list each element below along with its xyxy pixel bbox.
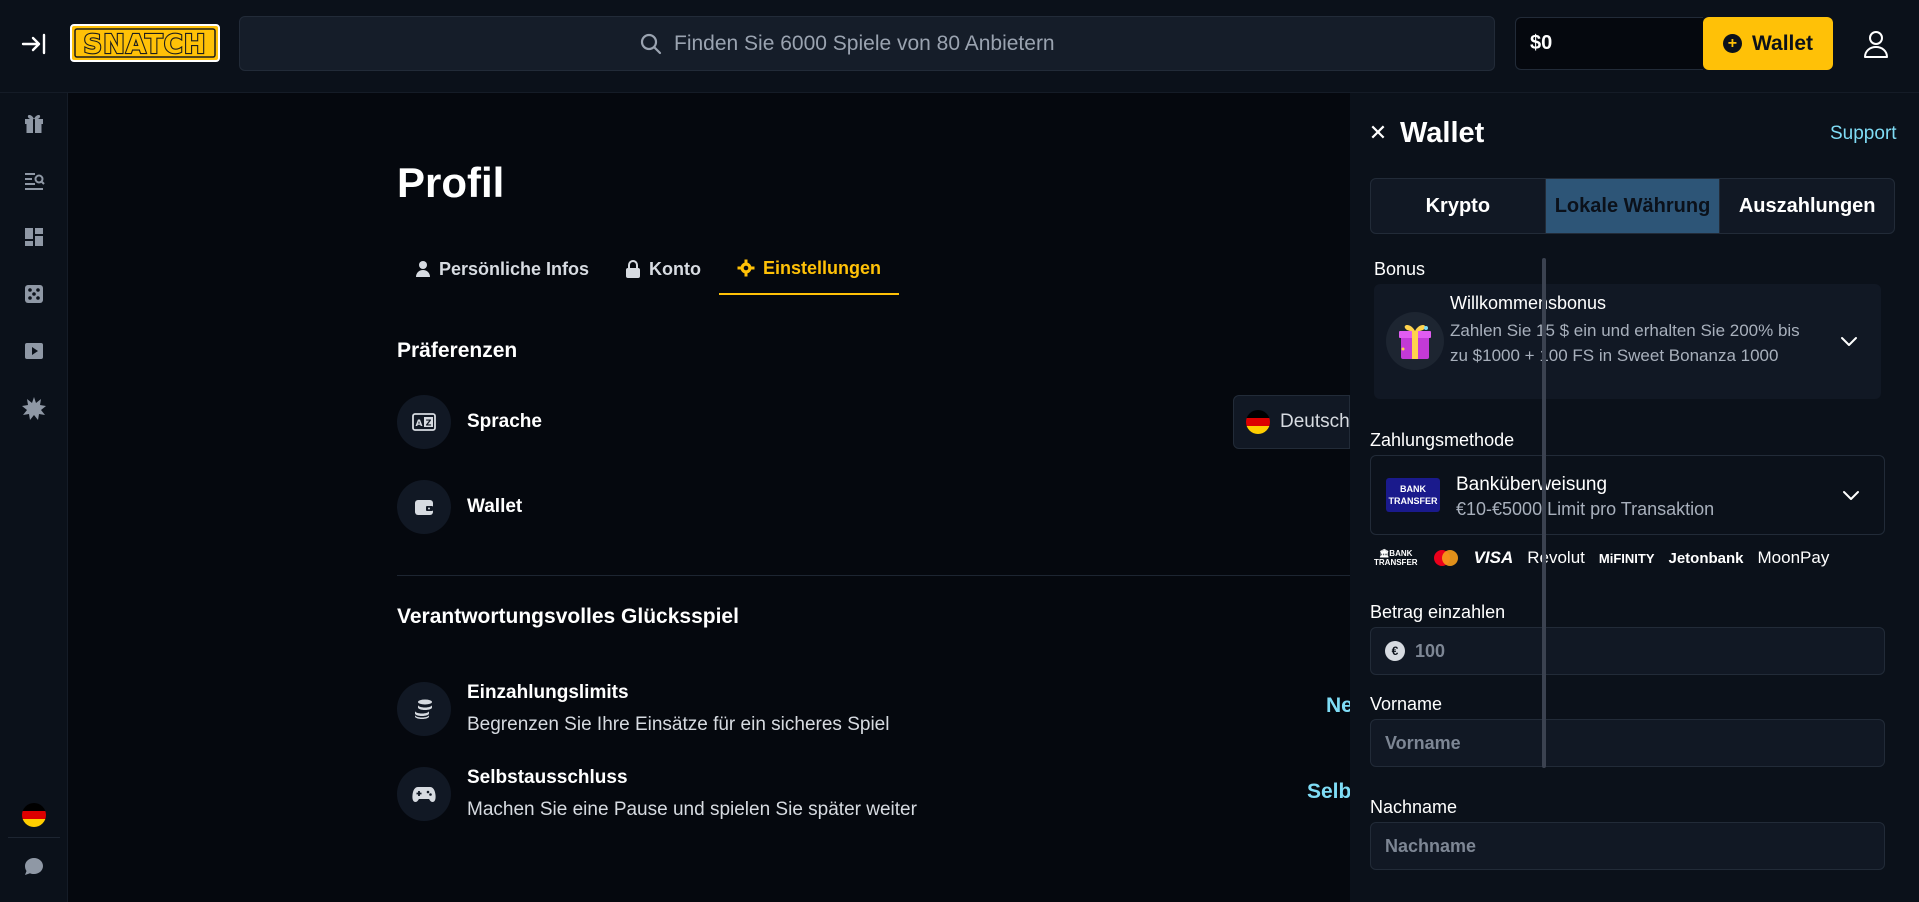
lock-icon — [626, 260, 641, 278]
support-link[interactable]: Support — [1830, 123, 1897, 145]
top-bar: SNATCH $0 + Wallet — [0, 0, 1919, 93]
language-value: Deutsch — [1280, 411, 1350, 432]
tab-personal-info[interactable]: Persönliche Infos — [397, 243, 607, 295]
user-icon — [416, 261, 430, 277]
wallet-scrollbar[interactable] — [1542, 258, 1546, 768]
payment-method-select[interactable]: BANK TRANSFER Banküberweisung €10-€5000 … — [1370, 455, 1885, 535]
wallet-panel: ✕ Wallet Support Krypto Lokale Währung A… — [1350, 93, 1919, 902]
search-list-icon[interactable] — [20, 166, 48, 194]
wallet-tabs: Krypto Lokale Währung Auszahlungen — [1370, 178, 1895, 234]
tab-label: Konto — [649, 258, 702, 279]
play-icon[interactable] — [20, 337, 48, 365]
bank-transfer-small-icon: 🏛BANK TRANSFER — [1374, 549, 1418, 567]
amount-label: Betrag einzahlen — [1370, 602, 1506, 622]
profile-main: Profil Persönliche Infos Konto Einstellu… — [68, 93, 1350, 902]
tab-account[interactable]: Konto — [607, 243, 719, 295]
visa-logo: VISA — [1473, 548, 1514, 567]
firstname-field[interactable] — [1370, 719, 1885, 767]
search-icon — [640, 33, 662, 54]
preferences-heading: Präferenzen — [397, 339, 518, 362]
mastercard-icon — [1433, 550, 1458, 566]
plus-icon: + — [1722, 34, 1742, 53]
lastname-input[interactable] — [1385, 835, 1884, 857]
svg-text:Z: Z — [426, 419, 432, 428]
payment-method-label: Zahlungsmethode — [1370, 430, 1515, 450]
euro-icon: € — [1385, 641, 1405, 661]
bank-transfer-logo: BANK TRANSFER — [1386, 478, 1440, 512]
user-icon[interactable] — [1858, 26, 1894, 62]
amount-input[interactable] — [1415, 640, 1884, 662]
burst-icon[interactable] — [20, 394, 48, 422]
deposit-limits-desc: Begrenzen Sie Ihre Einsätze für ein sich… — [467, 714, 890, 735]
dice-icon[interactable] — [20, 280, 48, 308]
chevron-down-icon — [1841, 337, 1857, 346]
sidebar-collapse-icon[interactable] — [18, 28, 50, 60]
chat-icon[interactable] — [20, 853, 48, 881]
snatch-logo[interactable]: SNATCH — [70, 24, 220, 62]
self-exclusion-action[interactable]: Selb — [1307, 780, 1350, 804]
svg-text:A: A — [416, 419, 423, 429]
wallet-panel-title: Wallet — [1400, 117, 1485, 149]
jetonbank-logo: Jetonbank — [1668, 549, 1744, 567]
chevron-down-icon — [1843, 491, 1859, 500]
lastname-field[interactable] — [1370, 822, 1885, 870]
balance-value: $0 — [1530, 32, 1553, 54]
self-exclusion-label: Selbstausschluss — [467, 767, 628, 788]
wallet-button-label: Wallet — [1751, 31, 1814, 55]
section-divider — [397, 575, 1350, 576]
tab-settings[interactable]: Einstellungen — [719, 243, 900, 295]
gear-icon — [737, 259, 755, 277]
language-select[interactable]: Deutsch — [1233, 395, 1350, 449]
wallet-label: Wallet — [467, 496, 523, 517]
bonus-select[interactable]: Willkommensbonus Zahlen Sie 15 $ ein und… — [1374, 284, 1881, 399]
wallet-button[interactable]: + Wallet — [1703, 17, 1833, 70]
sidebar — [0, 93, 68, 902]
self-exclusion-desc: Machen Sie eine Pause und spielen Sie sp… — [467, 799, 917, 820]
wallet-icon — [397, 480, 451, 534]
flag-de-icon[interactable] — [20, 801, 48, 829]
firstname-input[interactable] — [1385, 732, 1884, 754]
moonpay-logo: MoonPay — [1757, 548, 1830, 567]
bonus-desc: Zahlen Sie 15 $ ein und erhalten Sie 200… — [1450, 321, 1800, 365]
tab-label: Einstellungen — [763, 257, 882, 278]
bonus-title: Willkommensbonus — [1450, 293, 1607, 313]
self-exclusion-row: Selbstausschluss Machen Sie eine Pause u… — [397, 767, 917, 821]
revolut-logo: Revolut — [1527, 548, 1585, 567]
search-input[interactable] — [674, 31, 1094, 56]
deposit-limits-label: Einzahlungslimits — [467, 682, 629, 703]
lastname-label: Nachname — [1370, 797, 1458, 817]
bonus-label: Bonus — [1374, 259, 1426, 279]
sidebar-divider — [8, 837, 60, 838]
mifinity-logo: MiFINITY — [1598, 550, 1655, 566]
flag-de-icon — [1246, 410, 1270, 434]
firstname-label: Vorname — [1370, 694, 1443, 714]
amount-field[interactable]: € — [1370, 627, 1885, 675]
dashboard-icon[interactable] — [20, 223, 48, 251]
tab-local-currency[interactable]: Lokale Währung — [1545, 179, 1721, 233]
logo-text: SNATCH — [83, 30, 206, 60]
tab-crypto[interactable]: Krypto — [1371, 179, 1546, 233]
balance-display[interactable]: $0 — [1515, 17, 1703, 70]
payment-logos: 🏛BANK TRANSFER VISA Revolut MiFINITY Jeto… — [1374, 547, 1874, 569]
language-label: Sprache — [467, 411, 542, 432]
language-icon: AZ — [397, 395, 451, 449]
deposit-limits-action[interactable]: Ne — [1326, 694, 1350, 718]
gamepad-icon — [397, 767, 451, 821]
payment-method-desc: €10-€5000 Limit pro Transaktion — [1456, 499, 1715, 519]
wallet-row: Wallet — [397, 480, 522, 534]
search-bar[interactable] — [239, 16, 1495, 71]
gift-icon[interactable] — [20, 109, 48, 137]
responsible-gambling-heading: Verantwortungsvolles Glücksspiel — [397, 605, 739, 628]
coins-icon — [397, 682, 451, 736]
language-row: AZ Sprache — [397, 395, 542, 449]
page-title: Profil — [397, 159, 505, 206]
gift-box-icon — [1386, 312, 1444, 370]
tab-withdrawals[interactable]: Auszahlungen — [1720, 179, 1894, 233]
deposit-limits-row: Einzahlungslimits Begrenzen Sie Ihre Ein… — [397, 682, 889, 736]
tab-label: Persönliche Infos — [439, 258, 590, 279]
close-icon[interactable]: ✕ — [1368, 120, 1388, 146]
payment-method-title: Banküberweisung — [1456, 474, 1608, 495]
profile-tabs: Persönliche Infos Konto Einstellungen — [397, 243, 900, 295]
